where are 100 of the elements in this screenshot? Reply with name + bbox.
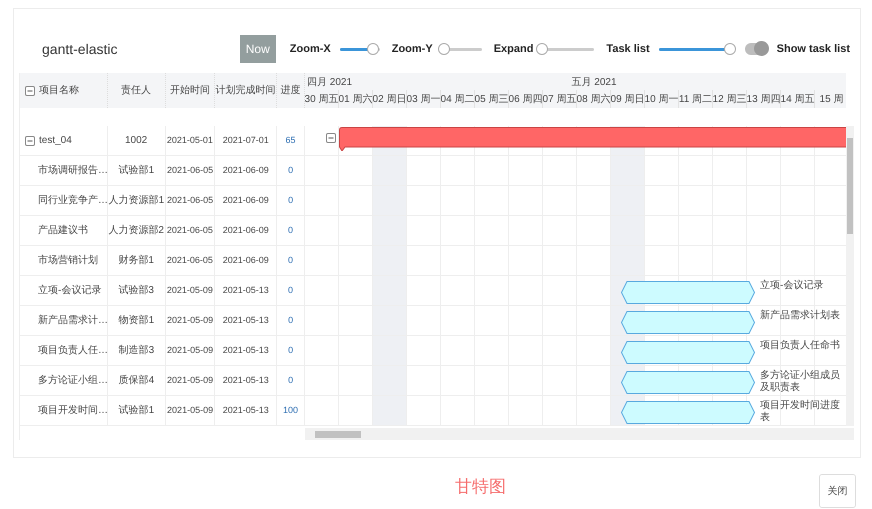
slider-label: Task list [606, 42, 650, 57]
table-cell-text: 市场营销计划 [38, 254, 98, 268]
table-cell-text: 2021-05-13 [222, 374, 269, 387]
toggle-switch[interactable] [744, 43, 767, 55]
close-button[interactable]: 关闭 [819, 474, 856, 508]
table-cell-text: 2021-06-05 [166, 254, 213, 267]
table-cell-text: 2021-07-01 [222, 134, 269, 147]
table-cell-text: 1002 [124, 134, 148, 148]
table-cell-text: 2021-05-13 [222, 284, 269, 297]
day-label: 10 周一 [644, 92, 678, 106]
table-cell-text: 项目负责人任… [38, 344, 108, 358]
table-cell-text: 0 [288, 254, 294, 267]
slider-thumb[interactable] [438, 43, 450, 55]
table-cell-text: 0 [288, 194, 294, 207]
bar-label: 新产品需求计划表 [760, 310, 841, 322]
table-cell-text: 0 [288, 314, 294, 327]
day-label: 11 周二 [678, 92, 712, 106]
day-label: 05 周三 [474, 92, 508, 106]
table-cell-text: 制造部3 [118, 344, 154, 358]
table-cell-text: 产品建议书 [38, 224, 88, 238]
footer-caption: 甘特图 [455, 476, 506, 498]
table-cell-text: 2021-05-01 [166, 134, 213, 147]
bar-label: 立项-会议记录 [760, 280, 824, 292]
table-cell-text: 0 [288, 344, 294, 357]
table-cell-text: 0 [288, 374, 294, 387]
task-bar[interactable] [621, 371, 755, 394]
table-cell-text: 0 [288, 164, 294, 177]
slider-thumb[interactable] [366, 43, 379, 55]
app-title: gantt-elastic [42, 40, 118, 59]
table-cell-text: 2021-05-09 [167, 404, 214, 417]
collapse-icon[interactable] [25, 86, 35, 96]
day-label: 09 周日 [610, 92, 644, 106]
table-cell-text: 市场调研报告… [38, 164, 108, 178]
task-bar[interactable] [621, 341, 755, 364]
table-cell-text: 2021-06-09 [222, 254, 269, 267]
day-label: 30 周五 [305, 92, 338, 106]
day-label: 08 周六 [576, 92, 610, 106]
bar-label: 项目开发时间进度表 [760, 400, 841, 424]
table-cell-text: 2021-05-09 [167, 344, 214, 357]
day-label: 13 周四 [746, 92, 780, 106]
table-cell-text: 人力资源部2 [108, 224, 164, 238]
table-cell-text: 人力资源部1 [108, 194, 164, 208]
slider-thumb[interactable] [536, 43, 548, 55]
day-label: 07 周五 [542, 92, 576, 106]
table-cell-text: 试验部3 [118, 284, 154, 298]
table-cell-text: 项目开发时间… [38, 404, 108, 418]
day-label: 02 周日 [372, 92, 406, 106]
column-header: 开始时间 [170, 84, 210, 98]
table-cell-text: 2021-05-13 [222, 404, 269, 417]
table-cell-text: 2021-06-09 [222, 164, 269, 177]
day-label: 06 周四 [508, 92, 542, 106]
task-bar[interactable] [621, 401, 755, 424]
table-cell-text: 新产品需求计… [38, 314, 108, 328]
table-cell-text: 2021-05-13 [222, 344, 269, 357]
table-cell-text: 0 [288, 224, 294, 237]
table-cell-text: 立项-会议记录 [38, 284, 102, 298]
table-cell-text: 2021-05-09 [167, 314, 214, 327]
column-header: 进度 [280, 84, 301, 98]
slider-thumb[interactable] [724, 43, 736, 55]
table-cell-text: 100 [283, 404, 298, 417]
slider-label: Expand [494, 42, 534, 57]
task-bar[interactable] [621, 311, 755, 334]
table-cell-text: 2021-05-09 [167, 374, 214, 387]
toggle-label: Show task list [776, 42, 850, 57]
slider-label: Zoom-Y [392, 42, 433, 57]
day-label: 04 周二 [440, 92, 474, 106]
day-label: 01 周六 [338, 92, 372, 106]
column-header: 计划完成时间 [216, 84, 276, 98]
day-label: 14 周五 [780, 92, 814, 106]
table-cell-text: 物资部1 [118, 314, 154, 328]
table-cell-text: 65 [286, 134, 296, 147]
collapse-icon[interactable] [25, 136, 35, 146]
slider-label: Zoom-X [290, 42, 331, 57]
day-label: 15 周 [820, 92, 844, 106]
table-cell-text: 质保部4 [118, 374, 154, 388]
table-cell-text: 同行业竞争产… [38, 194, 108, 208]
table-cell-text: 试验部1 [118, 164, 154, 178]
month-label: 四月 2021 [307, 76, 352, 90]
horizontal-scrollbar[interactable] [305, 428, 854, 440]
table-cell-text: 2021-06-05 [166, 224, 213, 237]
column-header: 项目名称 [39, 84, 79, 98]
bar-label: 多方论证小组成员及职责表 [760, 370, 841, 394]
table-cell-text: test_04 [39, 134, 72, 148]
day-label: 03 周一 [406, 92, 440, 106]
table-cell-text: 财务部1 [118, 254, 154, 268]
month-label: 五月 2021 [571, 76, 617, 90]
table-cell-text: 2021-06-09 [222, 224, 269, 237]
collapse-icon[interactable] [326, 133, 336, 143]
table-cell-text: 多方论证小组… [38, 374, 108, 388]
table-cell-text: 2021-05-09 [166, 284, 213, 297]
bar-label: 项目负责人任命书 [760, 340, 841, 352]
vertical-scrollbar[interactable] [846, 126, 854, 426]
table-cell-text: 2021-05-13 [222, 314, 269, 327]
table-cell-text: 2021-06-09 [222, 194, 269, 207]
table-cell-text: 试验部1 [118, 404, 154, 418]
column-header: 责任人 [121, 84, 152, 98]
day-label: 12 周三 [712, 92, 746, 106]
table-cell-text: 0 [288, 284, 294, 297]
table-cell-text: 2021-06-05 [167, 164, 214, 177]
task-bar[interactable] [621, 281, 755, 304]
